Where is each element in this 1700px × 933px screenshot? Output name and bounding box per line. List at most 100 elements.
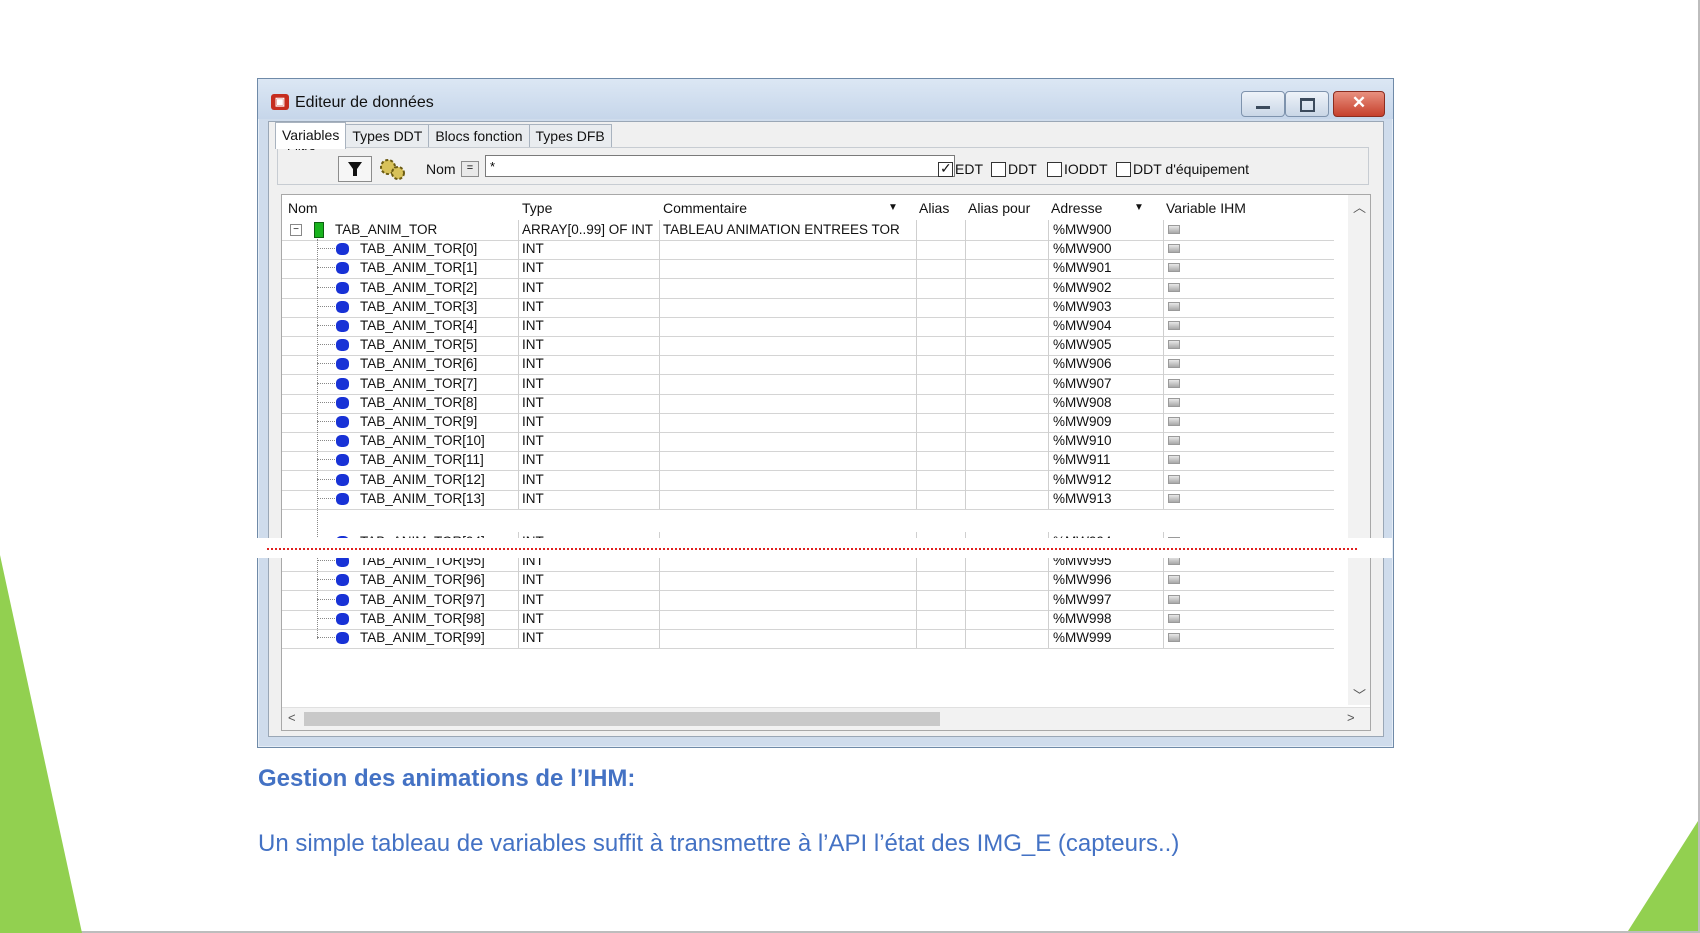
variable-type: INT bbox=[522, 318, 544, 333]
hmi-variable-icon[interactable] bbox=[1168, 283, 1180, 292]
hmi-variable-icon[interactable] bbox=[1168, 340, 1180, 349]
hmi-variable-icon[interactable] bbox=[1168, 244, 1180, 253]
table-row[interactable]: TAB_ANIM_TOR[6] INT %MW906 bbox=[282, 354, 1334, 375]
hmi-variable-icon[interactable] bbox=[1168, 455, 1180, 464]
name-filter-input[interactable] bbox=[485, 155, 955, 177]
close-icon: ✕ bbox=[1351, 93, 1367, 112]
column-separator bbox=[965, 316, 966, 336]
table-row-parent[interactable]: − TAB_ANIM_TOR ARRAY[0..99] OF INT TABLEAU … bbox=[282, 220, 1334, 241]
hmi-variable-icon[interactable] bbox=[1168, 633, 1180, 642]
collapse-icon[interactable]: − bbox=[290, 224, 302, 236]
maximize-button[interactable] bbox=[1285, 91, 1329, 117]
table-row[interactable]: TAB_ANIM_TOR[10] INT %MW910 bbox=[282, 431, 1334, 452]
tab-types-ddt[interactable]: Types DDT bbox=[345, 124, 430, 147]
column-header-alias-pour[interactable]: Alias pour bbox=[968, 195, 1030, 219]
hmi-variable-icon[interactable] bbox=[1168, 263, 1180, 272]
table-row[interactable]: TAB_ANIM_TOR[13] INT %MW913 bbox=[282, 489, 1334, 510]
close-button[interactable]: ✕ bbox=[1333, 91, 1385, 117]
table-row[interactable]: TAB_ANIM_TOR[98] INT %MW998 bbox=[282, 609, 1334, 630]
column-header-commentaire[interactable]: Commentaire bbox=[663, 195, 747, 219]
checkbox-ddt-box[interactable] bbox=[991, 161, 1006, 177]
slide-decoration-left bbox=[0, 555, 82, 933]
table-row[interactable]: TAB_ANIM_TOR[7] INT %MW907 bbox=[282, 374, 1334, 395]
checkbox-ddt-equipement-box[interactable] bbox=[1116, 161, 1131, 177]
variable-type: INT bbox=[522, 572, 544, 587]
funnel-icon bbox=[348, 162, 362, 176]
variable-name: TAB_ANIM_TOR[7] bbox=[360, 376, 478, 391]
sort-arrow-icon[interactable]: ▼ bbox=[888, 195, 898, 219]
column-separator bbox=[659, 590, 660, 610]
table-row[interactable]: TAB_ANIM_TOR[9] INT %MW909 bbox=[282, 412, 1334, 433]
column-separator bbox=[1163, 220, 1164, 240]
hmi-variable-icon[interactable] bbox=[1168, 417, 1180, 426]
hmi-variable-icon[interactable] bbox=[1168, 225, 1180, 234]
hmi-variable-icon[interactable] bbox=[1168, 575, 1180, 584]
hmi-variable-icon[interactable] bbox=[1168, 359, 1180, 368]
checkbox-edt[interactable]: EDT bbox=[938, 160, 983, 177]
element-icon bbox=[336, 574, 349, 586]
options-button[interactable] bbox=[376, 156, 408, 180]
variable-name: TAB_ANIM_TOR[1] bbox=[360, 260, 478, 275]
column-separator bbox=[518, 628, 519, 648]
hmi-variable-icon[interactable] bbox=[1168, 398, 1180, 407]
checkbox-edt-box[interactable] bbox=[938, 160, 953, 177]
equals-operator-button[interactable]: = bbox=[461, 161, 479, 177]
table-row[interactable]: TAB_ANIM_TOR[12] INT %MW912 bbox=[282, 470, 1334, 491]
horizontal-scroll-thumb[interactable] bbox=[304, 712, 940, 726]
tab-types-dfb[interactable]: Types DFB bbox=[528, 124, 612, 147]
minimize-button[interactable] bbox=[1241, 91, 1285, 117]
tab-blocs-fonction[interactable]: Blocs fonction bbox=[428, 124, 530, 147]
column-header-adresse[interactable]: Adresse bbox=[1051, 195, 1102, 219]
table-row[interactable]: TAB_ANIM_TOR[0] INT %MW900 bbox=[282, 239, 1334, 260]
hmi-variable-icon[interactable] bbox=[1168, 475, 1180, 484]
title-bar[interactable]: ▣ Editeur de données ✕ bbox=[258, 79, 1393, 119]
column-header-variable-ihm[interactable]: Variable IHM bbox=[1166, 195, 1246, 219]
gears-icon bbox=[380, 159, 405, 180]
column-separator bbox=[659, 628, 660, 648]
table-row[interactable]: TAB_ANIM_TOR[2] INT %MW902 bbox=[282, 278, 1334, 299]
vertical-scrollbar[interactable]: ︿ ﹀ bbox=[1348, 195, 1370, 705]
scroll-right-icon[interactable]: > bbox=[1347, 710, 1355, 725]
table-row[interactable]: TAB_ANIM_TOR[4] INT %MW904 bbox=[282, 316, 1334, 337]
table-row[interactable]: TAB_ANIM_TOR[96] INT %MW996 bbox=[282, 570, 1334, 591]
checkbox-ioddt[interactable]: IODDT bbox=[1047, 161, 1108, 177]
filter-button[interactable] bbox=[338, 156, 372, 182]
variable-comment: TABLEAU ANIMATION ENTREES TOR bbox=[663, 222, 900, 237]
column-separator bbox=[518, 220, 519, 240]
table-row[interactable]: TAB_ANIM_TOR[97] INT %MW997 bbox=[282, 590, 1334, 611]
table-row[interactable]: TAB_ANIM_TOR[99] INT %MW999 bbox=[282, 628, 1334, 649]
data-editor-window: ▣ Editeur de données ✕ Variables Types D… bbox=[257, 78, 1394, 748]
hmi-variable-icon[interactable] bbox=[1168, 436, 1180, 445]
hmi-variable-icon[interactable] bbox=[1168, 595, 1180, 604]
table-row[interactable]: TAB_ANIM_TOR[3] INT %MW903 bbox=[282, 297, 1334, 318]
table-row[interactable]: TAB_ANIM_TOR[11] INT %MW911 bbox=[282, 450, 1334, 471]
column-separator bbox=[965, 258, 966, 278]
column-separator bbox=[916, 297, 917, 317]
table-row[interactable]: TAB_ANIM_TOR[8] INT %MW908 bbox=[282, 393, 1334, 414]
element-icon bbox=[336, 397, 349, 409]
table-row[interactable]: TAB_ANIM_TOR[1] INT %MW901 bbox=[282, 258, 1334, 279]
filter-arrow-icon[interactable]: ▼ bbox=[1134, 195, 1144, 219]
column-separator bbox=[965, 590, 966, 610]
column-header-type[interactable]: Type bbox=[522, 195, 552, 219]
variable-type: INT bbox=[522, 299, 544, 314]
table-row[interactable]: TAB_ANIM_TOR[5] INT %MW905 bbox=[282, 335, 1334, 356]
hmi-variable-icon[interactable] bbox=[1168, 302, 1180, 311]
horizontal-scrollbar[interactable]: < > bbox=[282, 707, 1370, 730]
column-header-alias[interactable]: Alias bbox=[919, 195, 949, 219]
tab-variables[interactable]: Variables bbox=[275, 122, 347, 149]
hmi-variable-icon[interactable] bbox=[1168, 321, 1180, 330]
hmi-variable-icon[interactable] bbox=[1168, 379, 1180, 388]
column-separator bbox=[965, 489, 966, 509]
checkbox-ioddt-box[interactable] bbox=[1047, 161, 1062, 177]
scroll-down-icon[interactable]: ﹀ bbox=[1353, 685, 1366, 704]
checkbox-ddt[interactable]: DDT bbox=[991, 161, 1037, 177]
hmi-variable-icon[interactable] bbox=[1168, 614, 1180, 623]
scroll-up-icon[interactable]: ︿ bbox=[1353, 197, 1366, 216]
variable-name: TAB_ANIM_TOR[9] bbox=[360, 414, 478, 429]
column-header-nom[interactable]: Nom bbox=[288, 195, 318, 219]
checkbox-ddt-equipement[interactable]: DDT d'équipement bbox=[1116, 161, 1249, 177]
scroll-left-icon[interactable]: < bbox=[288, 710, 296, 725]
hmi-variable-icon[interactable] bbox=[1168, 494, 1180, 503]
column-separator bbox=[916, 450, 917, 470]
